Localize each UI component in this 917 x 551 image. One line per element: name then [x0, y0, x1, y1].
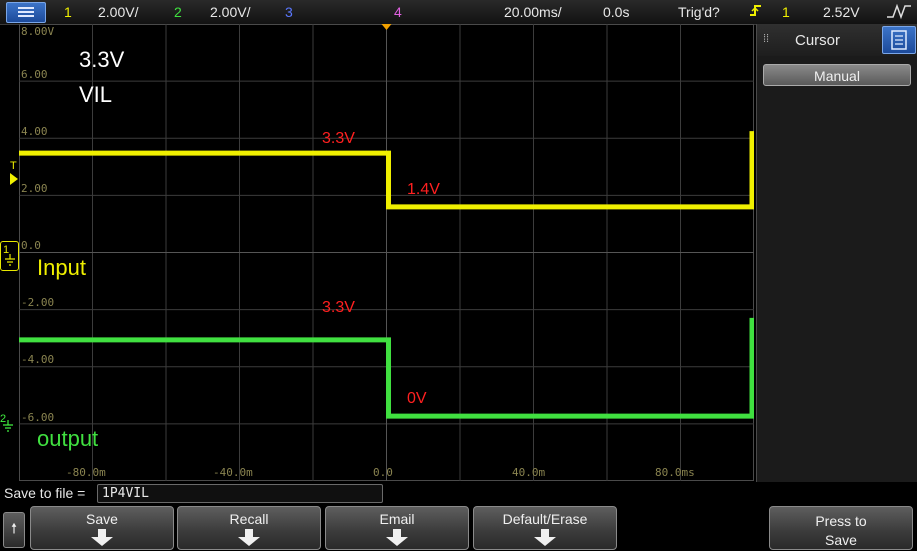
y-tick-label: 0.0: [21, 239, 41, 252]
trigger-state: Trig'd?: [678, 4, 720, 20]
trigger-level-arrow-icon: [10, 173, 18, 185]
x-tick-label: 0.0: [373, 466, 393, 479]
title-voltage: 3.3V: [79, 47, 125, 72]
save-file-bar: Save to file = 1P4VIL: [0, 482, 917, 504]
down-arrow-icon: [534, 529, 556, 546]
down-arrow-icon: [238, 529, 260, 546]
trigger-level[interactable]: 2.52V: [823, 4, 860, 20]
press-to-save-line1: Press to: [815, 513, 867, 529]
y-tick-label: -6.00: [21, 411, 55, 424]
press-to-save-softkey[interactable]: Press to Save: [769, 506, 913, 550]
output-label: output: [37, 426, 99, 451]
ch2-high-annotation: 3.3V: [322, 299, 355, 316]
delay-readout[interactable]: 0.0s: [603, 4, 629, 20]
x-tick-label: 80.0ms: [655, 466, 695, 479]
help-book-icon[interactable]: [882, 26, 916, 54]
down-arrow-icon: [91, 529, 113, 546]
y-tick-label: -2.00: [21, 296, 55, 309]
side-panel-title: Cursor: [795, 32, 841, 49]
x-tick-label: -80.0m: [66, 466, 106, 479]
trigger-level-marker[interactable]: T: [10, 160, 17, 172]
default-erase-softkey[interactable]: Default/Erase: [473, 506, 617, 550]
acquisition-mode-icon[interactable]: [886, 3, 912, 21]
recall-softkey-label: Recall: [229, 511, 269, 527]
y-tick-label: 6.00: [21, 68, 48, 81]
press-to-save-label: Press to Save: [770, 512, 912, 550]
y-tick-label: 4.00: [21, 125, 48, 138]
ch1-label[interactable]: 1: [64, 4, 72, 20]
x-tick-label: 40.0m: [512, 466, 546, 479]
softkey-bar: 🠕 Save Recall Email Default/Erase Press …: [0, 504, 917, 551]
save-softkey[interactable]: Save: [30, 506, 174, 550]
status-bar: 1 2.00V/ 2 2.00V/ 3 4 20.00ms/ 0.0s Trig…: [0, 0, 917, 25]
recall-softkey[interactable]: Recall: [177, 506, 321, 550]
save-to-file-label: Save to file =: [4, 485, 86, 501]
drag-grip-icon[interactable]: ⁞⁞: [763, 33, 769, 45]
ch1-low-annotation: 1.4V: [407, 181, 440, 198]
down-arrow-icon: [386, 529, 408, 546]
x-tick-label: -40.0m: [213, 466, 253, 479]
email-softkey-label: Email: [379, 511, 415, 527]
email-softkey[interactable]: Email: [325, 506, 469, 550]
default-erase-softkey-label: Default/Erase: [502, 511, 588, 527]
y-tick-label: -4.00: [21, 353, 55, 366]
input-label: Input: [37, 255, 86, 280]
ch4-label[interactable]: 4: [394, 4, 402, 20]
ch2-low-annotation: 0V: [407, 390, 427, 407]
ground-icon: [3, 420, 13, 432]
side-panel-header: ⁞⁞ Cursor: [757, 24, 917, 56]
ch2-label[interactable]: 2: [174, 4, 182, 20]
cursor-side-panel: ⁞⁞ Cursor Manual: [756, 24, 917, 482]
y-tick-label: 8.00V: [21, 25, 55, 38]
ground-icon: [5, 254, 15, 266]
title-vil: VIL: [79, 82, 113, 107]
filename-field[interactable]: 1P4VIL: [97, 484, 383, 503]
timebase-readout[interactable]: 20.00ms/: [504, 4, 562, 20]
ch2-ground-marker[interactable]: 2: [0, 413, 13, 432]
press-to-save-line2: Save: [825, 532, 857, 548]
trigger-edge-icon: [750, 5, 761, 16]
ch2-scale[interactable]: 2.00V/: [210, 4, 250, 20]
ch1-high-annotation: 3.3V: [322, 130, 355, 147]
y-tick-label: 2.00: [21, 182, 48, 195]
trigger-position-marker: [381, 24, 392, 30]
back-up-button[interactable]: 🠕: [3, 512, 25, 548]
ch1-ground-marker[interactable]: 1: [0, 241, 19, 271]
graticule-grid: [19, 24, 754, 481]
main-menu-button[interactable]: [6, 2, 46, 23]
ch1-scale[interactable]: 2.00V/: [98, 4, 138, 20]
ch3-label[interactable]: 3: [285, 4, 293, 20]
save-softkey-label: Save: [86, 511, 118, 527]
cursor-mode-manual-button[interactable]: Manual: [763, 64, 911, 86]
trigger-source[interactable]: 1: [782, 4, 790, 20]
